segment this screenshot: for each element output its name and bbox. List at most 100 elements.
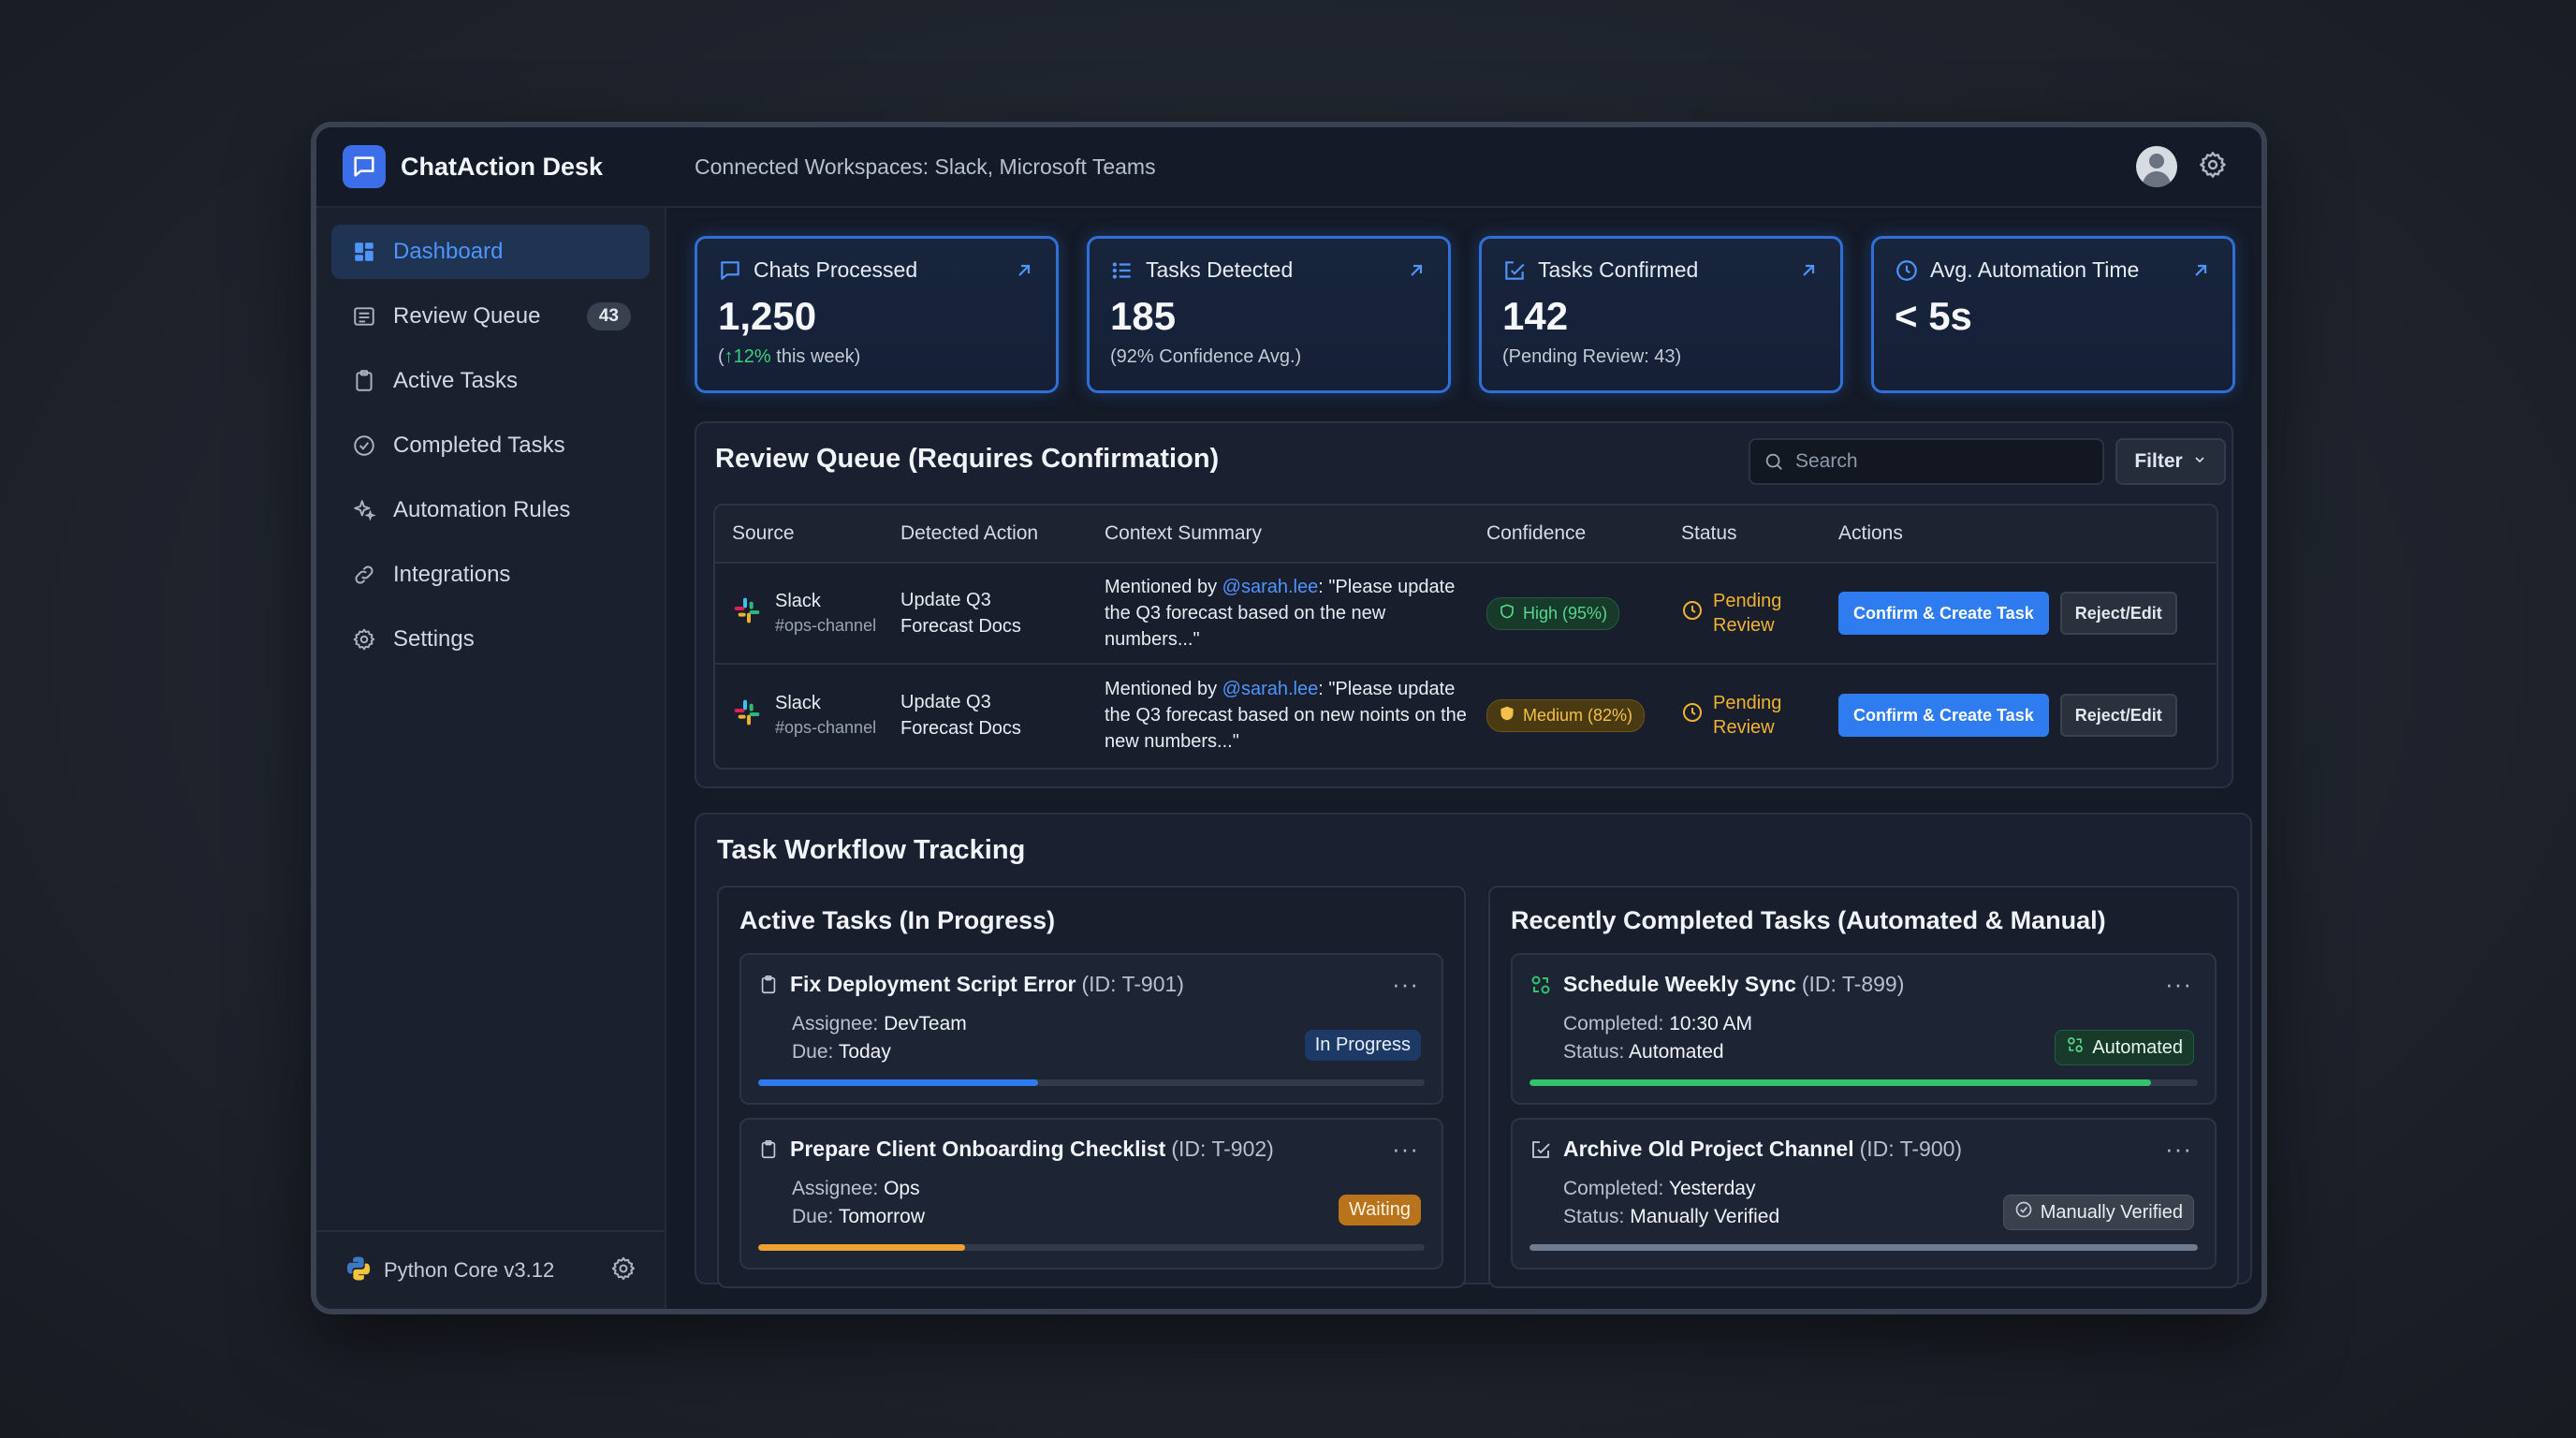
table-row[interactable]: Slack #ops-channel Update Q3 Forecast Doc…	[715, 665, 2217, 766]
mention-link[interactable]: @sarah.lee	[1222, 679, 1319, 699]
arrow-up-right-icon[interactable]	[2189, 259, 2212, 286]
status-badge: In Progress	[1304, 1030, 1421, 1061]
more-options-icon[interactable]: ···	[1392, 1135, 1419, 1164]
task-card[interactable]: Fix Deployment Script Error (ID: T-901) …	[739, 953, 1443, 1105]
count-badge: 43	[586, 302, 631, 330]
sidebar-footer: Python Core v3.12	[316, 1230, 665, 1309]
stat-card-chats-processed[interactable]: Chats Processed 1,250 (↑12% this week)	[695, 236, 1059, 393]
column-header[interactable]: Confidence	[1486, 522, 1681, 545]
sidebar-item-integrations[interactable]: Integrations	[331, 548, 650, 602]
sidebar: Dashboard Review Queue 43 Active Tasks C…	[316, 208, 666, 1309]
sidebar-nav: Dashboard Review Queue 43 Active Tasks C…	[316, 208, 665, 694]
task-id: (ID: T-900)	[1859, 1137, 1963, 1161]
arrow-up-right-icon[interactable]	[1405, 259, 1427, 286]
gear-icon[interactable]	[2198, 150, 2228, 184]
reject-edit-button[interactable]: Reject/Edit	[2059, 694, 2177, 737]
arrow-up-right-icon[interactable]	[1797, 259, 1820, 286]
sidebar-item-completed-tasks[interactable]: Completed Tasks	[331, 418, 650, 473]
clock-icon	[1895, 258, 1919, 283]
field-label: Due:	[792, 1206, 839, 1227]
task-card[interactable]: Schedule Weekly Sync (ID: T-899) ··· Com…	[1511, 953, 2217, 1105]
confirm-create-task-button[interactable]: Confirm & Create Task	[1838, 694, 2049, 737]
reject-edit-button[interactable]: Reject/Edit	[2059, 592, 2177, 635]
column-header[interactable]: Actions	[1838, 522, 2217, 545]
sidebar-item-dashboard[interactable]: Dashboard	[331, 225, 650, 279]
status-text: Review	[1713, 615, 1775, 636]
field-value: Tomorrow	[838, 1206, 926, 1227]
confirm-create-task-button[interactable]: Confirm & Create Task	[1838, 592, 2049, 635]
review-queue-icon	[350, 302, 378, 330]
progress-fill	[758, 1079, 1039, 1086]
arrow-up-right-icon[interactable]	[1013, 259, 1035, 286]
sidebar-item-review-queue[interactable]: Review Queue 43	[331, 289, 650, 344]
task-status: Status: Automated	[1563, 1041, 1724, 1064]
task-id: (ID: T-902)	[1171, 1137, 1274, 1161]
more-options-icon[interactable]: ···	[2165, 1135, 2192, 1164]
badge-text: Automated	[2092, 1036, 2183, 1058]
review-queue-panel: Review Queue (Requires Confirmation) Sea…	[695, 421, 2233, 788]
status-badge: Waiting	[1339, 1195, 1421, 1225]
check-circle-icon	[350, 432, 378, 460]
mention-link[interactable]: @sarah.lee	[1222, 577, 1319, 597]
confidence-badge: Medium (82%)	[1486, 698, 1646, 732]
field-label: Due:	[792, 1041, 839, 1063]
task-name: Prepare Client Onboarding Checklist	[790, 1137, 1166, 1161]
sidebar-item-automation-rules[interactable]: Automation Rules	[331, 483, 650, 537]
sidebar-item-label: Settings	[393, 626, 475, 652]
clock-icon	[1681, 599, 1704, 628]
more-options-icon[interactable]: ···	[1392, 970, 1419, 999]
source-channel: #ops-channel	[775, 616, 877, 635]
table-row[interactable]: Slack #ops-channel Update Q3 Forecast Doc…	[715, 564, 2217, 665]
edit-check-icon	[1502, 258, 1527, 283]
column-header[interactable]: Source	[715, 522, 900, 545]
python-icon	[344, 1255, 373, 1287]
task-completed: Completed: Yesterday	[1563, 1178, 1755, 1200]
chat-logo-icon	[343, 145, 386, 188]
progress-bar	[758, 1079, 1425, 1086]
gear-icon	[350, 625, 378, 653]
source-name: Slack	[775, 693, 821, 713]
detected-action: Forecast Docs	[900, 616, 1021, 637]
task-card[interactable]: Prepare Client Onboarding Checklist (ID:…	[739, 1118, 1443, 1269]
stat-label: Chats Processed	[754, 257, 918, 282]
task-id: (ID: T-899)	[1801, 972, 1905, 996]
subpanel-title: Active Tasks (In Progress)	[739, 906, 1056, 934]
panel-title: Task Workflow Tracking	[717, 835, 1026, 865]
clipboard-icon	[350, 367, 378, 395]
task-assignee: Assignee: Ops	[792, 1178, 920, 1200]
context-text: Mentioned by	[1105, 577, 1222, 597]
link-icon	[350, 561, 378, 589]
column-header[interactable]: Status	[1681, 522, 1838, 545]
column-header[interactable]: Detected Action	[900, 522, 1105, 545]
clipboard-icon	[758, 974, 779, 996]
brand[interactable]: ChatAction Desk	[316, 145, 666, 188]
search-input[interactable]: Search	[1749, 438, 2104, 485]
context-text: Mentioned by	[1105, 679, 1222, 699]
task-card[interactable]: Archive Old Project Channel (ID: T-900) …	[1511, 1118, 2217, 1269]
stat-card-tasks-detected[interactable]: Tasks Detected 185 (92% Confidence Avg.)	[1087, 236, 1451, 393]
status-pending: Pending Review	[1681, 691, 1838, 740]
stat-card-avg-automation-time[interactable]: Avg. Automation Time < 5s	[1871, 236, 2235, 393]
stats-row: Chats Processed 1,250 (↑12% this week) T…	[695, 236, 2235, 393]
gear-icon[interactable]	[610, 1255, 637, 1286]
stat-card-tasks-confirmed[interactable]: Tasks Confirmed 142 (Pending Review: 43)	[1479, 236, 1843, 393]
avatar[interactable]	[2136, 146, 2177, 187]
field-label: Status:	[1563, 1041, 1630, 1063]
badge-text: Manually Verified	[2040, 1201, 2183, 1223]
filter-label: Filter	[2134, 450, 2183, 472]
chevron-down-icon	[2192, 450, 2207, 473]
field-label: Completed:	[1563, 1178, 1669, 1199]
status-pending: Pending Review	[1681, 589, 1838, 638]
filter-button[interactable]: Filter	[2115, 438, 2226, 485]
stat-value: 1,250	[718, 294, 817, 338]
sidebar-item-settings[interactable]: Settings	[331, 612, 650, 667]
sidebar-item-active-tasks[interactable]: Active Tasks	[331, 354, 650, 408]
list-icon	[1110, 258, 1134, 283]
more-options-icon[interactable]: ···	[2165, 970, 2192, 999]
status-badge: Manually Verified	[2002, 1195, 2194, 1230]
confidence-text: Medium (82%)	[1523, 705, 1633, 725]
task-due: Due: Today	[792, 1041, 891, 1064]
column-header[interactable]: Context Summary	[1105, 522, 1486, 545]
connected-workspaces: Connected Workspaces: Slack, Microsoft T…	[695, 154, 1156, 179]
stat-sub: (92% Confidence Avg.)	[1110, 346, 1302, 367]
